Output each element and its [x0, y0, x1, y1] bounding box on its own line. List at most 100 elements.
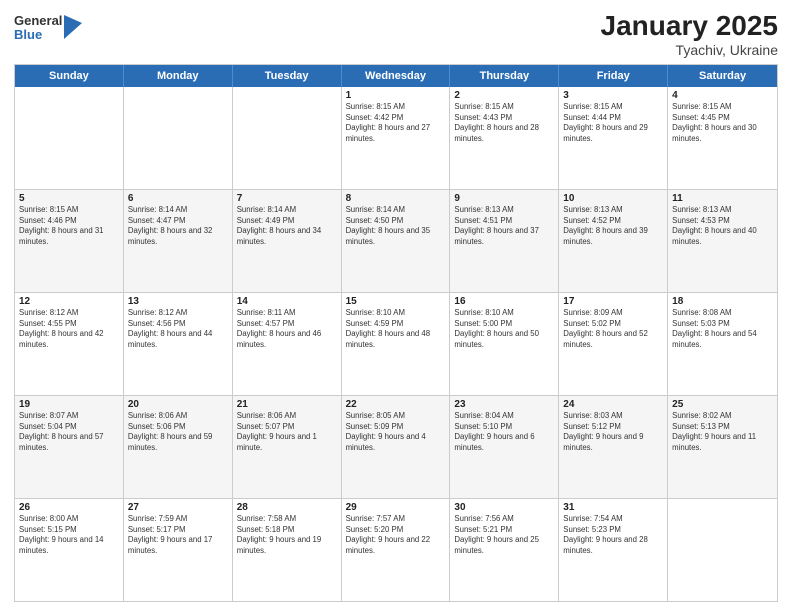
cal-cell-1-5: 10Sunrise: 8:13 AMSunset: 4:52 PMDayligh… — [559, 190, 668, 292]
cal-cell-4-5: 31Sunrise: 7:54 AMSunset: 5:23 PMDayligh… — [559, 499, 668, 601]
page-subtitle: Tyachiv, Ukraine — [601, 42, 778, 58]
cal-cell-4-0: 26Sunrise: 8:00 AMSunset: 5:15 PMDayligh… — [15, 499, 124, 601]
calendar-row-1: 5Sunrise: 8:15 AMSunset: 4:46 PMDaylight… — [15, 189, 777, 292]
cal-cell-1-1: 6Sunrise: 8:14 AMSunset: 4:47 PMDaylight… — [124, 190, 233, 292]
header-cell-friday: Friday — [559, 65, 668, 87]
day-number: 28 — [237, 502, 337, 513]
cell-text: Sunrise: 8:13 AMSunset: 4:51 PMDaylight:… — [454, 205, 554, 247]
cal-cell-0-2 — [233, 87, 342, 189]
cal-cell-1-4: 9Sunrise: 8:13 AMSunset: 4:51 PMDaylight… — [450, 190, 559, 292]
cal-cell-3-6: 25Sunrise: 8:02 AMSunset: 5:13 PMDayligh… — [668, 396, 777, 498]
cal-cell-0-5: 3Sunrise: 8:15 AMSunset: 4:44 PMDaylight… — [559, 87, 668, 189]
logo-line2: Blue — [14, 28, 62, 42]
page-title: January 2025 — [601, 10, 778, 42]
day-number: 30 — [454, 502, 554, 513]
cal-cell-2-4: 16Sunrise: 8:10 AMSunset: 5:00 PMDayligh… — [450, 293, 559, 395]
cell-text: Sunrise: 8:13 AMSunset: 4:52 PMDaylight:… — [563, 205, 663, 247]
day-number: 7 — [237, 193, 337, 204]
day-number: 5 — [19, 193, 119, 204]
day-number: 31 — [563, 502, 663, 513]
day-number: 29 — [346, 502, 446, 513]
logo-icon — [64, 15, 82, 39]
cell-text: Sunrise: 8:14 AMSunset: 4:50 PMDaylight:… — [346, 205, 446, 247]
cell-text: Sunrise: 8:11 AMSunset: 4:57 PMDaylight:… — [237, 308, 337, 350]
day-number: 14 — [237, 296, 337, 307]
day-number: 2 — [454, 90, 554, 101]
cell-text: Sunrise: 7:56 AMSunset: 5:21 PMDaylight:… — [454, 514, 554, 556]
cell-text: Sunrise: 8:09 AMSunset: 5:02 PMDaylight:… — [563, 308, 663, 350]
day-number: 19 — [19, 399, 119, 410]
cal-cell-4-6 — [668, 499, 777, 601]
day-number: 6 — [128, 193, 228, 204]
header-cell-tuesday: Tuesday — [233, 65, 342, 87]
cal-cell-2-5: 17Sunrise: 8:09 AMSunset: 5:02 PMDayligh… — [559, 293, 668, 395]
cal-cell-3-0: 19Sunrise: 8:07 AMSunset: 5:04 PMDayligh… — [15, 396, 124, 498]
day-number: 20 — [128, 399, 228, 410]
cell-text: Sunrise: 8:14 AMSunset: 4:49 PMDaylight:… — [237, 205, 337, 247]
day-number: 22 — [346, 399, 446, 410]
cal-cell-1-3: 8Sunrise: 8:14 AMSunset: 4:50 PMDaylight… — [342, 190, 451, 292]
logo-text: General Blue — [14, 14, 62, 43]
cal-cell-3-2: 21Sunrise: 8:06 AMSunset: 5:07 PMDayligh… — [233, 396, 342, 498]
cal-cell-3-4: 23Sunrise: 8:04 AMSunset: 5:10 PMDayligh… — [450, 396, 559, 498]
cell-text: Sunrise: 8:14 AMSunset: 4:47 PMDaylight:… — [128, 205, 228, 247]
cell-text: Sunrise: 8:15 AMSunset: 4:45 PMDaylight:… — [672, 102, 773, 144]
cal-cell-4-4: 30Sunrise: 7:56 AMSunset: 5:21 PMDayligh… — [450, 499, 559, 601]
cell-text: Sunrise: 8:00 AMSunset: 5:15 PMDaylight:… — [19, 514, 119, 556]
cell-text: Sunrise: 7:54 AMSunset: 5:23 PMDaylight:… — [563, 514, 663, 556]
calendar-body: 1Sunrise: 8:15 AMSunset: 4:42 PMDaylight… — [15, 87, 777, 601]
cal-cell-2-0: 12Sunrise: 8:12 AMSunset: 4:55 PMDayligh… — [15, 293, 124, 395]
cal-cell-3-3: 22Sunrise: 8:05 AMSunset: 5:09 PMDayligh… — [342, 396, 451, 498]
calendar-row-2: 12Sunrise: 8:12 AMSunset: 4:55 PMDayligh… — [15, 292, 777, 395]
day-number: 26 — [19, 502, 119, 513]
day-number: 12 — [19, 296, 119, 307]
calendar-row-4: 26Sunrise: 8:00 AMSunset: 5:15 PMDayligh… — [15, 498, 777, 601]
day-number: 23 — [454, 399, 554, 410]
cal-cell-0-6: 4Sunrise: 8:15 AMSunset: 4:45 PMDaylight… — [668, 87, 777, 189]
calendar-header: SundayMondayTuesdayWednesdayThursdayFrid… — [15, 65, 777, 87]
day-number: 18 — [672, 296, 773, 307]
cell-text: Sunrise: 8:12 AMSunset: 4:56 PMDaylight:… — [128, 308, 228, 350]
day-number: 21 — [237, 399, 337, 410]
cell-text: Sunrise: 7:59 AMSunset: 5:17 PMDaylight:… — [128, 514, 228, 556]
header-cell-thursday: Thursday — [450, 65, 559, 87]
logo-line1: General — [14, 14, 62, 28]
day-number: 25 — [672, 399, 773, 410]
cell-text: Sunrise: 8:15 AMSunset: 4:46 PMDaylight:… — [19, 205, 119, 247]
cell-text: Sunrise: 8:10 AMSunset: 5:00 PMDaylight:… — [454, 308, 554, 350]
day-number: 24 — [563, 399, 663, 410]
cell-text: Sunrise: 8:06 AMSunset: 5:06 PMDaylight:… — [128, 411, 228, 453]
cell-text: Sunrise: 8:15 AMSunset: 4:43 PMDaylight:… — [454, 102, 554, 144]
day-number: 8 — [346, 193, 446, 204]
cell-text: Sunrise: 7:57 AMSunset: 5:20 PMDaylight:… — [346, 514, 446, 556]
day-number: 27 — [128, 502, 228, 513]
header: General Blue January 2025 Tyachiv, Ukrai… — [14, 10, 778, 58]
cal-cell-0-3: 1Sunrise: 8:15 AMSunset: 4:42 PMDaylight… — [342, 87, 451, 189]
cell-text: Sunrise: 8:04 AMSunset: 5:10 PMDaylight:… — [454, 411, 554, 453]
day-number: 3 — [563, 90, 663, 101]
header-cell-monday: Monday — [124, 65, 233, 87]
page: General Blue January 2025 Tyachiv, Ukrai… — [0, 0, 792, 612]
cal-cell-1-2: 7Sunrise: 8:14 AMSunset: 4:49 PMDaylight… — [233, 190, 342, 292]
cell-text: Sunrise: 8:07 AMSunset: 5:04 PMDaylight:… — [19, 411, 119, 453]
cell-text: Sunrise: 8:15 AMSunset: 4:42 PMDaylight:… — [346, 102, 446, 144]
day-number: 1 — [346, 90, 446, 101]
calendar-row-3: 19Sunrise: 8:07 AMSunset: 5:04 PMDayligh… — [15, 395, 777, 498]
logo: General Blue — [14, 14, 82, 43]
day-number: 15 — [346, 296, 446, 307]
day-number: 4 — [672, 90, 773, 101]
cal-cell-2-2: 14Sunrise: 8:11 AMSunset: 4:57 PMDayligh… — [233, 293, 342, 395]
header-cell-wednesday: Wednesday — [342, 65, 451, 87]
day-number: 10 — [563, 193, 663, 204]
day-number: 9 — [454, 193, 554, 204]
calendar-row-0: 1Sunrise: 8:15 AMSunset: 4:42 PMDaylight… — [15, 87, 777, 189]
cell-text: Sunrise: 8:13 AMSunset: 4:53 PMDaylight:… — [672, 205, 773, 247]
cell-text: Sunrise: 8:15 AMSunset: 4:44 PMDaylight:… — [563, 102, 663, 144]
cell-text: Sunrise: 7:58 AMSunset: 5:18 PMDaylight:… — [237, 514, 337, 556]
cal-cell-0-0 — [15, 87, 124, 189]
cal-cell-4-3: 29Sunrise: 7:57 AMSunset: 5:20 PMDayligh… — [342, 499, 451, 601]
cal-cell-3-5: 24Sunrise: 8:03 AMSunset: 5:12 PMDayligh… — [559, 396, 668, 498]
cal-cell-1-6: 11Sunrise: 8:13 AMSunset: 4:53 PMDayligh… — [668, 190, 777, 292]
cal-cell-2-3: 15Sunrise: 8:10 AMSunset: 4:59 PMDayligh… — [342, 293, 451, 395]
cal-cell-3-1: 20Sunrise: 8:06 AMSunset: 5:06 PMDayligh… — [124, 396, 233, 498]
